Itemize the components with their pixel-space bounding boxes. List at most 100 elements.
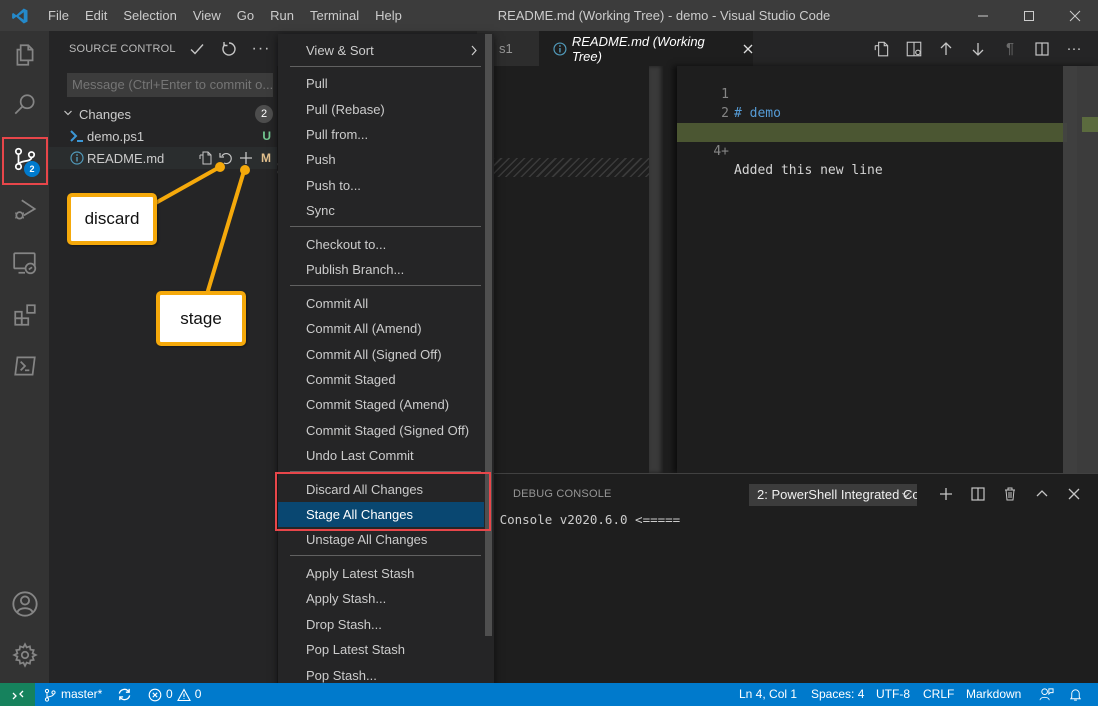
encoding-indicator[interactable]: UTF-8: [876, 683, 910, 706]
commit-button[interactable]: [181, 31, 213, 66]
activity-extensions[interactable]: [0, 291, 49, 339]
terminal-selector-dropdown[interactable]: 2: PowerShell Integrated Console: [749, 484, 917, 506]
close-panel-button[interactable]: [1058, 482, 1090, 506]
activity-powershell[interactable]: [0, 342, 49, 390]
close-icon: [1069, 10, 1081, 21]
menu-item-commit-staged[interactable]: Commit Staged: [278, 367, 484, 392]
file-status-untracked: U: [262, 129, 271, 143]
previous-change-button[interactable]: [930, 31, 962, 66]
stage-changes-button[interactable]: [237, 149, 255, 167]
menu-item-pull[interactable]: Pull: [278, 71, 484, 96]
ellipsis-icon: ···: [251, 39, 271, 57]
menu-item-apply-stash[interactable]: Apply Stash...: [278, 586, 484, 611]
menu-item-sync[interactable]: Sync: [278, 198, 484, 223]
menu-item-push[interactable]: Push: [278, 147, 484, 172]
file-name: demo.ps1: [87, 128, 145, 144]
activity-manage[interactable]: [0, 631, 49, 679]
menu-selection[interactable]: Selection: [115, 0, 184, 31]
language-mode-indicator[interactable]: Markdown: [966, 683, 1021, 706]
more-actions-button[interactable]: ···: [245, 31, 277, 66]
next-change-button[interactable]: [962, 31, 994, 66]
gear-icon: [11, 642, 38, 668]
menu-item-commit-staged-amend[interactable]: Commit Staged (Amend): [278, 392, 484, 417]
kill-terminal-button[interactable]: [994, 482, 1026, 506]
menu-item-commit-staged-signed-off[interactable]: Commit Staged (Signed Off): [278, 418, 484, 443]
menu-item-label: View & Sort: [306, 43, 374, 58]
branch-name: master*: [61, 687, 103, 701]
minimize-button[interactable]: [960, 0, 1006, 31]
sync-button[interactable]: [117, 683, 132, 706]
show-whitespace-button[interactable]: ¶: [994, 31, 1026, 66]
code-line-added: 4+ Added this new line: [677, 123, 1067, 178]
activity-remote-explorer[interactable]: [0, 239, 49, 287]
problems-indicator[interactable]: 0 0: [148, 683, 201, 706]
diff-modified-pane[interactable]: 1 # demo 2 demo repo 3 4+ Added this new…: [677, 66, 1098, 473]
eol-indicator[interactable]: CRLF: [923, 683, 954, 706]
menu-item-view-sort[interactable]: View & Sort: [278, 38, 484, 63]
menu-go[interactable]: Go: [229, 0, 262, 31]
menu-terminal[interactable]: Terminal: [302, 0, 367, 31]
editor-more-actions-button[interactable]: ···: [1058, 31, 1090, 66]
activity-search[interactable]: [0, 81, 49, 129]
menu-run[interactable]: Run: [262, 0, 302, 31]
menu-item-pull-from[interactable]: Pull from...: [278, 122, 484, 147]
tab-label: README.md (Working Tree): [571, 33, 705, 64]
changes-group-header[interactable]: Changes 2: [49, 103, 277, 125]
inline-view-button[interactable]: [898, 31, 930, 66]
refresh-button[interactable]: [213, 31, 245, 66]
open-file-button[interactable]: [866, 31, 898, 66]
open-file-button[interactable]: [197, 149, 215, 167]
menu-item-commit-all-amend[interactable]: Commit All (Amend): [278, 316, 484, 341]
panel-actions: [930, 482, 1090, 506]
chevron-down-icon: [901, 484, 911, 506]
menu-bar: File Edit Selection View Go Run Terminal…: [40, 0, 410, 31]
menu-edit[interactable]: Edit: [77, 0, 115, 31]
remote-indicator-button[interactable]: [0, 683, 35, 706]
account-icon: [11, 591, 38, 617]
menu-item-apply-latest-stash[interactable]: Apply Latest Stash: [278, 561, 484, 586]
tab-debug-console[interactable]: DEBUG CONSOLE: [513, 488, 612, 500]
maximize-panel-button[interactable]: [1026, 482, 1058, 506]
menu-help[interactable]: Help: [367, 0, 410, 31]
menu-item-checkout-to[interactable]: Checkout to...: [278, 232, 484, 257]
menu-view[interactable]: View: [185, 0, 229, 31]
minimize-icon: [978, 15, 988, 16]
feedback-button[interactable]: [1039, 683, 1054, 706]
info-file-icon: [69, 151, 85, 165]
tab-readme-working-tree[interactable]: README.md (Working Tree): [539, 31, 753, 66]
original-pane-scrollbar[interactable]: [649, 66, 663, 473]
activity-run-debug[interactable]: [0, 186, 49, 234]
extensions-icon: [13, 304, 36, 326]
menu-item-undo-last-commit[interactable]: Undo Last Commit: [278, 443, 484, 468]
menu-item-publish-branch[interactable]: Publish Branch...: [278, 257, 484, 282]
change-item-demo-ps1[interactable]: demo.ps1 U: [49, 125, 277, 147]
error-icon: [148, 688, 162, 701]
commit-message-input[interactable]: [67, 73, 273, 97]
split-editor-button[interactable]: [1026, 31, 1058, 66]
tab-close-button[interactable]: [743, 41, 753, 57]
menu-item-pop-latest-stash[interactable]: Pop Latest Stash: [278, 637, 484, 662]
cursor-position[interactable]: Ln 4, Col 1: [739, 683, 797, 706]
activity-accounts[interactable]: [0, 580, 49, 628]
open-file-icon: [199, 151, 212, 165]
discard-changes-button[interactable]: [217, 149, 235, 167]
change-item-readme-md[interactable]: README.md M: [49, 147, 277, 169]
close-window-button[interactable]: [1052, 0, 1098, 31]
activity-explorer[interactable]: [0, 31, 49, 79]
diff-overview-added-mark: [1082, 117, 1098, 132]
menu-file[interactable]: File: [40, 0, 77, 31]
menu-scrollbar[interactable]: [485, 34, 492, 636]
modified-pane-scrollbar[interactable]: [1063, 66, 1077, 473]
menu-item-commit-all-signed-off[interactable]: Commit All (Signed Off): [278, 342, 484, 367]
menu-item-commit-all[interactable]: Commit All: [278, 291, 484, 316]
changes-count-badge: 2: [255, 105, 273, 123]
menu-item-pull-rebase[interactable]: Pull (Rebase): [278, 97, 484, 122]
notifications-button[interactable]: [1068, 683, 1083, 706]
menu-item-push-to[interactable]: Push to...: [278, 173, 484, 198]
menu-item-drop-stash[interactable]: Drop Stash...: [278, 612, 484, 637]
maximize-button[interactable]: [1006, 0, 1052, 31]
indentation-indicator[interactable]: Spaces: 4: [811, 683, 864, 706]
new-terminal-button[interactable]: [930, 482, 962, 506]
split-terminal-button[interactable]: [962, 482, 994, 506]
branch-indicator[interactable]: master*: [43, 683, 102, 706]
